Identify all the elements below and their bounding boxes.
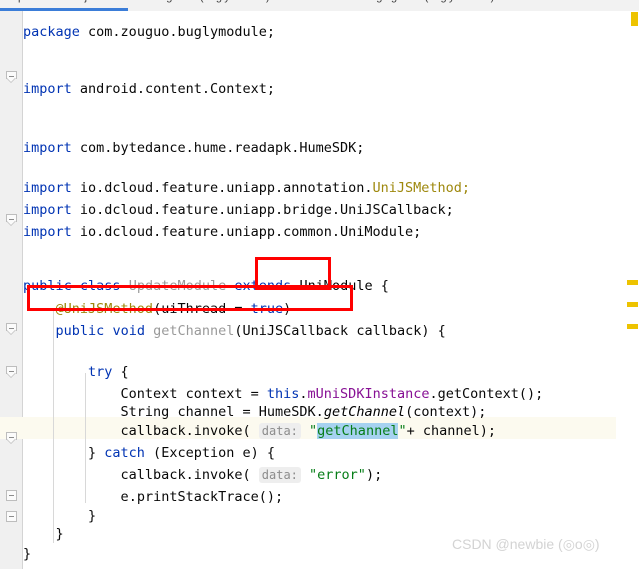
code-line-9: import io.dcloud.feature.uniapp.annotati… — [23, 177, 616, 199]
call-getcontext: getContext() — [437, 386, 536, 402]
tab-update-module[interactable]: UpdateModule.java — [10, 0, 105, 3]
import-hume-sdk: com.bytedance.hume.readapk.HumeSDK; — [79, 140, 365, 156]
parameter-hint-data-2: data: — [258, 467, 301, 483]
import-unijsmethod-package: io.dcloud.feature.uniapp.annotation. — [79, 180, 373, 196]
var-exception: e — [242, 445, 251, 461]
package-name: com.zouguo.buglymodule; — [88, 24, 275, 40]
keyword-void: void — [112, 323, 145, 339]
keyword-package: package — [23, 24, 80, 40]
code-line-21: callback.invoke( data: "getChannel"+ cha… — [120, 423, 497, 439]
code-line-18: try { — [88, 364, 129, 380]
string-quote-close: " — [398, 423, 407, 439]
code-line-11: import io.dcloud.feature.uniapp.common.U… — [23, 221, 616, 243]
code-line-16: public void getChannel(UniJSCallback cal… — [55, 323, 446, 339]
super-class-name: UniModule — [299, 278, 373, 294]
class-humesdk: HumeSDK — [258, 404, 316, 420]
code-line-22: } catch (Exception e) { — [23, 445, 276, 461]
parameter-hint-data-1: data: — [258, 423, 301, 439]
param-type-unijscallback: UniJSCallback — [242, 323, 349, 339]
code-line-7: import com.bytedance.hume.readapk.HumeSD… — [23, 137, 616, 159]
annotation-arg-name: uiThread — [161, 301, 227, 317]
string-quote-open: " — [309, 423, 318, 439]
import-unijsmethod-class: UniJSMethod; — [372, 180, 471, 196]
selected-text-getchannel[interactable]: getChannel — [317, 423, 399, 439]
code-line-14: public class UpdateModule extends UniMod… — [23, 278, 389, 294]
concat-var-channel: channel — [422, 423, 480, 439]
keyword-import-2: import — [23, 140, 72, 156]
annotation-unijsmethod: @UniJSMethod — [55, 301, 154, 317]
var-context: context — [185, 386, 243, 402]
tab-settings-gradle[interactable]: settings.gradle (buglymodule) — [350, 0, 494, 3]
keyword-public-2: public — [55, 323, 105, 339]
var-callback-2: callback — [120, 467, 186, 483]
param-name-callback: callback — [356, 323, 422, 339]
call-printstacktrace: printStackTrace() — [136, 489, 275, 505]
tab-build-gradle[interactable]: build.gradle (buglymodule) — [140, 0, 270, 3]
fold-marker-imports-2[interactable] — [6, 214, 17, 226]
code-line-10: import io.dcloud.feature.uniapp.bridge.U… — [23, 199, 616, 221]
keyword-public-1: public — [23, 278, 72, 294]
field-munisdkinstance: mUniSDKInstance — [307, 386, 430, 402]
call-invoke-1: invoke — [193, 423, 243, 439]
import-android-context: android.content.Context; — [79, 81, 275, 97]
fold-marker-block-end-1[interactable] — [6, 490, 17, 501]
var-exception-2: e — [120, 489, 129, 505]
arg-context: context — [413, 404, 471, 420]
code-line-1: package com.zouguo.buglymodule; — [23, 21, 616, 43]
keyword-import-3: import — [23, 180, 72, 196]
var-channel: channel — [177, 404, 235, 420]
keyword-import-5: import — [23, 224, 72, 240]
type-context: Context — [120, 386, 178, 402]
static-call-getchannel: getChannel — [323, 404, 406, 420]
warning-marker-3[interactable] — [627, 302, 638, 307]
code-line-23: callback.invoke( data: "error"); — [120, 467, 383, 483]
call-invoke-2: invoke — [193, 467, 243, 483]
editor-fold-gutter[interactable] — [0, 11, 22, 569]
keyword-try: try — [88, 364, 113, 380]
import-unimodule: io.dcloud.feature.uniapp.common.UniModul… — [79, 224, 422, 240]
code-line-4: import android.content.Context; — [23, 78, 616, 100]
csdn-watermark: CSDN @newbie (◎o◎) — [452, 536, 600, 552]
code-line-15: @UniJSMethod(uiThread = true) — [55, 301, 292, 317]
warning-marker-2[interactable] — [627, 280, 638, 285]
keyword-this: this — [266, 386, 300, 402]
keyword-extends: extends — [234, 278, 292, 294]
keyword-import-4: import — [23, 202, 72, 218]
keyword-class: class — [79, 278, 121, 294]
string-error: "error" — [309, 467, 366, 483]
type-string: String — [120, 404, 170, 420]
type-exception: Exception — [161, 445, 235, 461]
var-callback-1: callback — [120, 423, 186, 439]
class-name: UpdateModule — [128, 278, 227, 294]
code-text-area[interactable]: package com.zouguo.buglymodule; import a… — [23, 11, 616, 569]
fold-marker-block-end-2[interactable] — [6, 511, 17, 522]
code-editor-window: UpdateModule.java build.gradle (buglymod… — [0, 0, 639, 569]
warning-marker-1[interactable] — [631, 12, 638, 26]
fold-marker-try[interactable] — [6, 366, 17, 378]
method-name-getchannel: getChannel — [153, 323, 235, 339]
keyword-true: true — [250, 301, 284, 317]
import-unijscallback: io.dcloud.feature.uniapp.bridge.UniJSCal… — [79, 202, 454, 218]
keyword-catch: catch — [104, 445, 145, 461]
keyword-import-1: import — [23, 81, 72, 97]
editor-marker-gutter[interactable] — [616, 11, 639, 569]
fold-marker-imports-1[interactable] — [6, 71, 17, 83]
fold-marker-catch[interactable] — [6, 432, 17, 444]
warning-marker-4[interactable] — [627, 324, 638, 329]
fold-marker-method[interactable] — [6, 323, 17, 335]
